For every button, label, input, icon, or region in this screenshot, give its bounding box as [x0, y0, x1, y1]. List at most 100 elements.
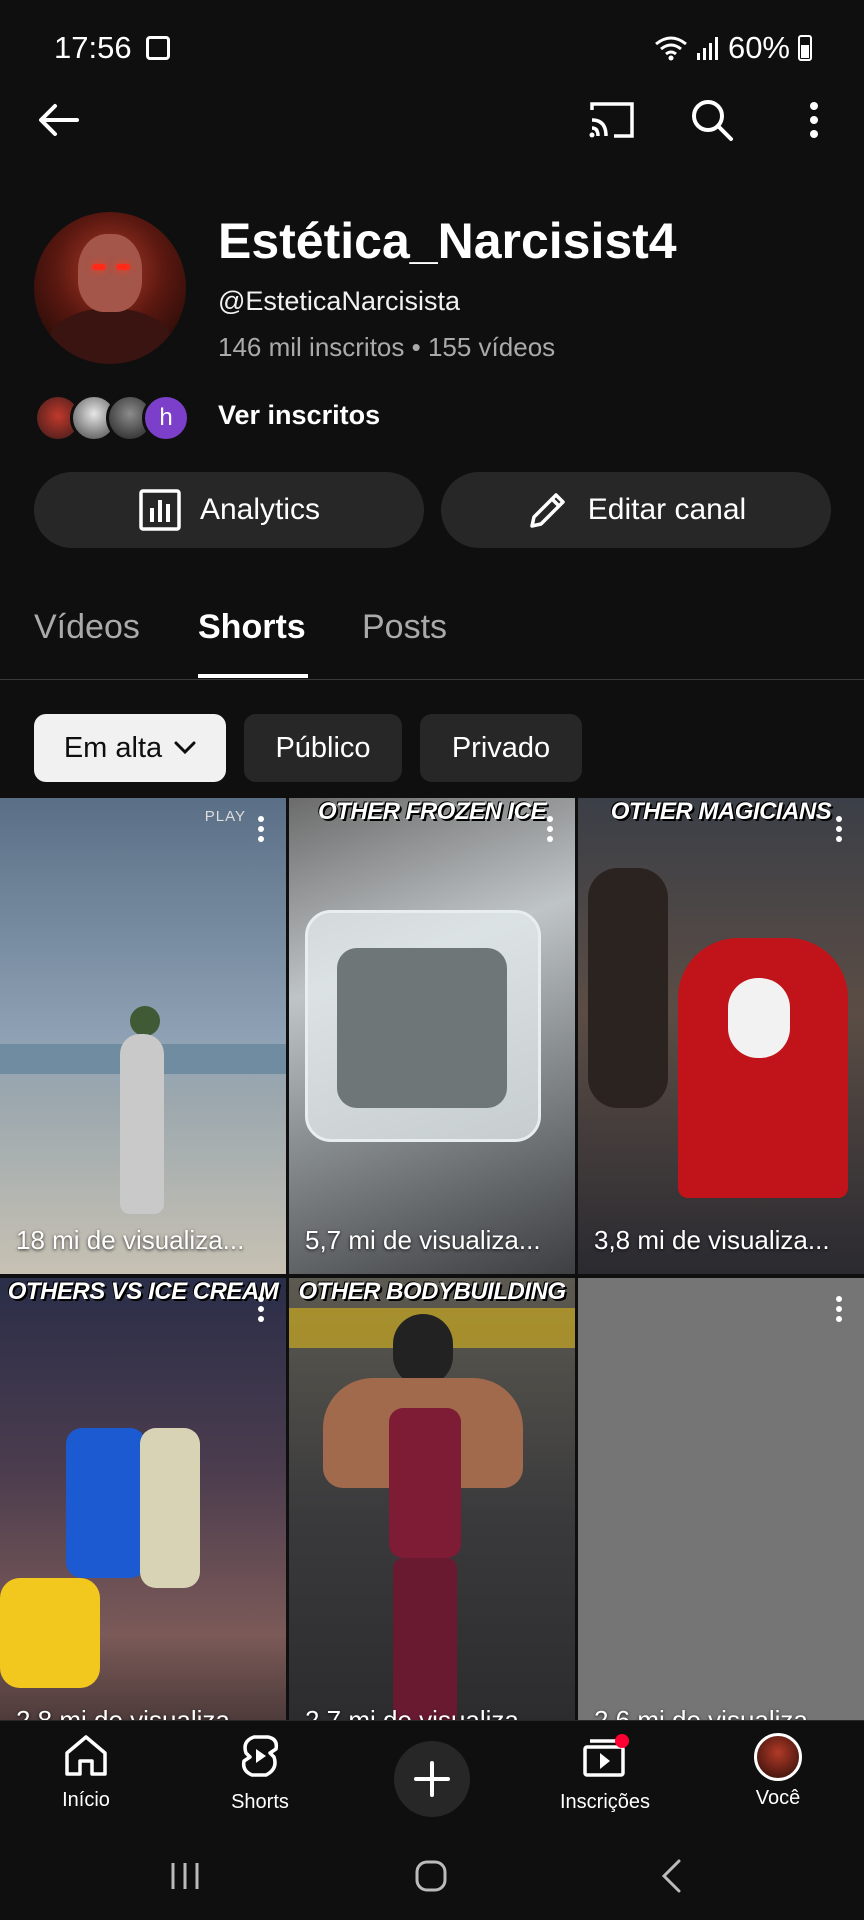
home-icon: [65, 1735, 107, 1776]
analytics-icon: [139, 489, 181, 531]
nav-shorts[interactable]: Shorts: [190, 1733, 330, 1814]
short-caption: OTHER BODYBUILDING: [298, 1278, 567, 1305]
kid-shirt-yellow-shape: [0, 1578, 100, 1688]
subscriber-avatar: h: [142, 394, 190, 442]
bottom-navigation: Início Shorts Inscrições Você: [0, 1720, 864, 1832]
view-count: 5,7 mi de visualiza...: [305, 1225, 541, 1255]
santa-beard-shape: [728, 978, 790, 1058]
channel-handle: @EsteticaNarcisista: [218, 286, 460, 316]
ice-inner-shape: [337, 948, 507, 1108]
plus-icon: [414, 1761, 450, 1797]
short-caption: OTHER FROZEN ICE: [317, 798, 547, 825]
cast-icon: [589, 102, 634, 138]
filter-chip-label: Em alta: [63, 731, 163, 764]
filter-chip-public[interactable]: Público: [244, 714, 402, 782]
nav-label: Você: [755, 1787, 801, 1809]
recent-apps-icon: [171, 1863, 199, 1889]
tab-videos[interactable]: Vídeos: [34, 608, 140, 647]
view-subscribers-link[interactable]: Ver inscritos: [218, 400, 380, 431]
short-caption: OTHERS VS ICE CREAM: [7, 1278, 279, 1305]
view-count: 18 mi de visualiza...: [16, 1225, 245, 1255]
more-vertical-icon[interactable]: [258, 1296, 266, 1326]
nav-label: Inscrições: [559, 1791, 651, 1813]
avatar-face: [78, 234, 142, 312]
signal-icon: [696, 37, 718, 60]
athlete-tank-shape: [389, 1408, 461, 1558]
girl-dress-shape: [140, 1428, 200, 1588]
channel-stats: 146 mil inscritos • 155 vídeos: [218, 332, 556, 362]
filter-chip-label: Público: [275, 731, 371, 764]
battery-icon: [798, 35, 812, 61]
short-thumbnail[interactable]: OTHER FROZEN ICE 5,7 mi de visualiza...: [289, 798, 575, 1274]
avatar-eye-left: [92, 264, 106, 270]
arrow-back-icon: [39, 104, 79, 136]
short-caption: OTHER MAGICIANS: [610, 798, 832, 825]
more-vertical-icon[interactable]: [547, 816, 555, 846]
system-navigation-bar: [0, 1832, 864, 1920]
avatar-eye-right: [116, 264, 130, 270]
cast-button[interactable]: [586, 96, 638, 144]
wifi-icon: [655, 36, 687, 61]
home-system-button[interactable]: [406, 1854, 456, 1898]
tab-posts[interactable]: Posts: [362, 608, 447, 647]
more-vertical-icon[interactable]: [836, 816, 844, 846]
edit-channel-button[interactable]: Editar canal: [441, 472, 831, 548]
filter-chip-trending[interactable]: Em alta: [34, 714, 226, 782]
more-vertical-icon: [810, 102, 818, 138]
active-tab-indicator: [198, 674, 308, 678]
short-thumbnail[interactable]: OTHER MAGICIANS 3,8 mi de visualiza...: [578, 798, 864, 1274]
analytics-label: Analytics: [199, 493, 321, 526]
santa-suit-shape: [678, 938, 848, 1198]
filter-chip-label: Privado: [451, 731, 551, 764]
back-button[interactable]: [34, 96, 82, 144]
short-thumbnail[interactable]: OTHER BODYBUILDING 2,7 mi de visualiza..…: [289, 1278, 575, 1754]
subscriptions-icon: [583, 1734, 629, 1777]
you-avatar: [754, 1733, 802, 1781]
avatar-figure: [48, 308, 172, 364]
nav-you[interactable]: Você: [708, 1733, 848, 1810]
pencil-icon: [530, 493, 565, 528]
home-circle-icon: [415, 1860, 447, 1892]
kid-shirt-shape: [66, 1428, 146, 1578]
battery-percent: 60%: [727, 30, 790, 65]
chevron-down-icon: [174, 741, 196, 755]
musician-shape: [588, 868, 668, 1108]
status-time: 17:56: [54, 30, 132, 65]
subscriber-avatars[interactable]: h: [34, 390, 190, 446]
chevron-left-icon: [661, 1859, 681, 1893]
channel-tabs: Vídeos Shorts Posts: [0, 608, 864, 680]
filter-chip-private[interactable]: Privado: [420, 714, 582, 782]
notification-dot: [615, 1734, 629, 1748]
nav-subscriptions[interactable]: Inscrições: [535, 1733, 675, 1814]
channel-name: Estética_Narcisist4: [218, 213, 677, 269]
back-system-button[interactable]: [646, 1854, 696, 1898]
recent-apps-button[interactable]: [160, 1856, 210, 1896]
edit-channel-label: Editar canal: [587, 493, 747, 526]
gallery-notification-icon: [146, 36, 170, 60]
short-thumbnail[interactable]: 2,6 mi de visualiza...: [578, 1278, 864, 1754]
view-count: 3,8 mi de visualiza...: [594, 1225, 830, 1255]
top-app-bar: [0, 96, 864, 144]
play-tag: PLAY: [204, 808, 246, 825]
tab-shorts[interactable]: Shorts: [198, 608, 306, 647]
short-thumbnail[interactable]: PLAY 18 mi de visualiza...: [0, 798, 286, 1274]
analytics-button[interactable]: Analytics: [34, 472, 424, 548]
more-vertical-icon[interactable]: [836, 1296, 844, 1326]
search-icon: [692, 100, 733, 141]
create-button[interactable]: [394, 1741, 470, 1817]
bride-shape: [120, 1034, 164, 1214]
status-right: 60%: [654, 30, 812, 66]
athlete-legs-shape: [393, 1558, 457, 1728]
channel-avatar[interactable]: [34, 212, 186, 364]
status-bar: 17:56 60%: [0, 0, 864, 96]
athlete-head-shape: [393, 1314, 453, 1386]
nav-label: Shorts: [231, 1791, 289, 1813]
more-vertical-icon[interactable]: [258, 816, 266, 846]
shorts-icon: [241, 1735, 279, 1777]
more-options-button[interactable]: [790, 96, 838, 144]
short-thumbnail[interactable]: OTHERS VS ICE CREAM 2,8 mi de visualiza.…: [0, 1278, 286, 1754]
bouquet-shape: [130, 1006, 160, 1036]
nav-label: Início: [62, 1789, 110, 1811]
nav-home[interactable]: Início: [16, 1733, 156, 1812]
search-button[interactable]: [688, 96, 736, 144]
